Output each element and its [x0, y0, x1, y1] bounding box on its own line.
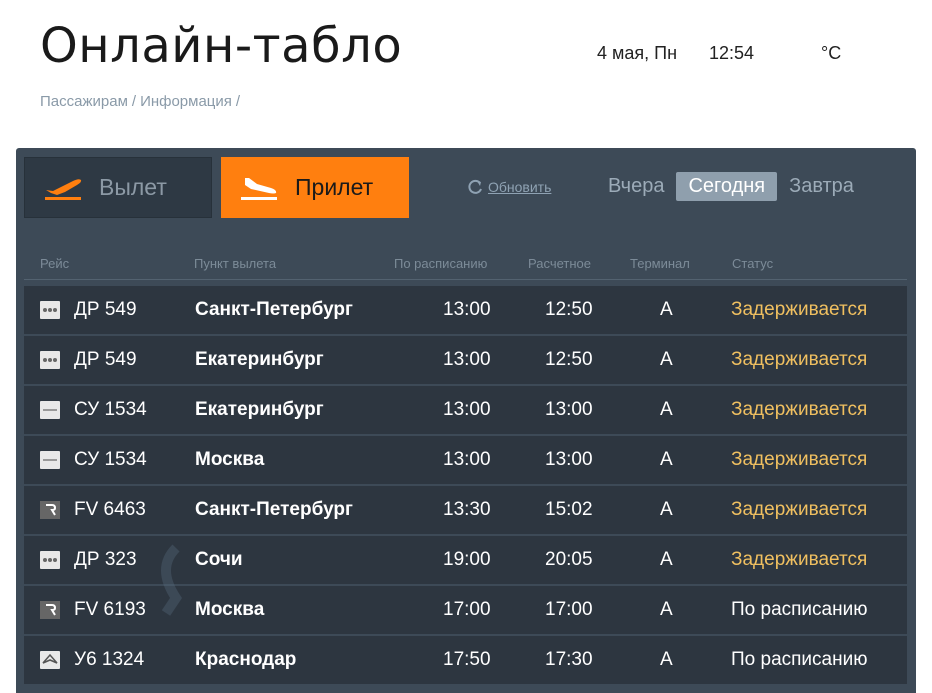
line-airline-logo-icon: [40, 401, 60, 419]
flight-status: По расписанию: [731, 649, 868, 670]
column-header-origin: Пункт вылета: [194, 256, 277, 271]
dots-airline-logo-icon: [40, 301, 60, 319]
terminal: A: [660, 499, 673, 520]
r-airline-logo-icon: [40, 501, 60, 519]
refresh-label: Обновить: [488, 179, 552, 195]
scheduled-time: 13:00: [443, 349, 491, 370]
column-header-flight: Рейс: [40, 256, 70, 271]
arrival-tab[interactable]: Прилет: [221, 157, 409, 218]
refresh-icon: [468, 179, 482, 194]
dots-airline-logo-icon: [40, 351, 60, 369]
flight-row[interactable]: ДР 549 Екатеринбург 13:00 12:50 A Задерживает…: [24, 336, 907, 384]
terminal: A: [660, 449, 673, 470]
origin-city: Екатеринбург: [195, 349, 324, 370]
flight-status: По расписанию: [731, 599, 868, 620]
flight-status: Задерживается: [731, 349, 868, 370]
flight-number: У6 1324: [74, 649, 145, 670]
scheduled-time: 17:50: [443, 649, 491, 670]
flight-number: ДР 549: [74, 299, 137, 320]
header-divider: [24, 279, 907, 280]
terminal: A: [660, 349, 673, 370]
header-info: 4 мая, Пн 12:54 °C: [597, 43, 861, 64]
flight-row[interactable]: ДР 323 Сочи 19:00 20:05 A Задерживается: [24, 536, 907, 584]
flight-number: ДР 323: [74, 549, 137, 570]
flight-row[interactable]: FV 6463 Санкт-Петербург 13:30 15:02 A Задержи…: [24, 486, 907, 534]
estimated-time: 12:50: [545, 349, 593, 370]
line-airline-logo-icon: [40, 451, 60, 469]
takeoff-icon: [45, 178, 82, 200]
estimated-time: 17:00: [545, 599, 593, 620]
refresh-button[interactable]: Обновить: [466, 178, 551, 196]
dots-airline-logo-icon: [40, 551, 60, 569]
column-header-scheduled: По расписанию: [394, 256, 488, 271]
estimated-time: 20:05: [545, 549, 593, 570]
flight-row[interactable]: У6 1324 Краснодар 17:50 17:30 A По расписанию: [24, 636, 907, 684]
day-tabs: Вчера Сегодня Завтра: [596, 172, 866, 201]
temperature: °C: [821, 43, 842, 63]
flight-status: Задерживается: [731, 449, 868, 470]
scheduled-time: 13:00: [443, 399, 491, 420]
current-date: 4 мая, Пн: [597, 43, 678, 63]
flight-status: Задерживается: [731, 499, 868, 520]
terminal: A: [660, 299, 673, 320]
breadcrumb-separator: /: [235, 93, 241, 110]
terminal: A: [660, 649, 673, 670]
estimated-time: 17:30: [545, 649, 593, 670]
flight-status: Задерживается: [731, 299, 868, 320]
current-time: 12:54: [709, 43, 755, 63]
flight-number: ДР 549: [74, 349, 137, 370]
flight-row[interactable]: FV 6193 Москва 17:00 17:00 A По расписанию: [24, 586, 907, 634]
flight-number: FV 6463: [74, 499, 146, 520]
origin-city: Сочи: [195, 549, 243, 570]
origin-city: Екатеринбург: [195, 399, 324, 420]
terminal: A: [660, 599, 673, 620]
origin-city: Краснодар: [195, 649, 297, 670]
flight-number: СУ 1534: [74, 399, 147, 420]
scheduled-time: 13:00: [443, 449, 491, 470]
arrival-tab-label: Прилет: [295, 174, 374, 200]
flight-row[interactable]: СУ 1534 Москва 13:00 13:00 A Задерживается: [24, 436, 907, 484]
flight-number: СУ 1534: [74, 449, 147, 470]
estimated-time: 12:50: [545, 299, 593, 320]
breadcrumb-separator: /: [131, 93, 137, 110]
origin-city: Москва: [195, 599, 265, 620]
estimated-time: 15:02: [545, 499, 593, 520]
origin-city: Санкт-Петербург: [195, 299, 353, 320]
flight-status: Задерживается: [731, 549, 868, 570]
scheduled-time: 13:30: [443, 499, 491, 520]
flight-board: Вылет Прилет Обновить Вчера Сегодня Завт…: [16, 148, 916, 693]
breadcrumb-passengers[interactable]: Пассажирам: [40, 93, 128, 110]
scheduled-time: 19:00: [443, 549, 491, 570]
estimated-time: 13:00: [545, 449, 593, 470]
estimated-time: 13:00: [545, 399, 593, 420]
flight-status: Задерживается: [731, 399, 868, 420]
departure-tab[interactable]: Вылет: [24, 157, 212, 218]
scheduled-time: 13:00: [443, 299, 491, 320]
page-title: Онлайн-табло: [40, 18, 403, 74]
breadcrumb: Пассажирам / Информация /: [40, 93, 244, 110]
origin-city: Москва: [195, 449, 265, 470]
column-header-status: Статус: [732, 256, 774, 271]
r-airline-logo-icon: [40, 601, 60, 619]
scheduled-time: 17:00: [443, 599, 491, 620]
column-header-terminal: Терминал: [630, 256, 690, 271]
flight-number: FV 6193: [74, 599, 146, 620]
terminal: A: [660, 549, 673, 570]
tab-today[interactable]: Сегодня: [676, 172, 778, 201]
flights-list: ДР 549 Санкт-Петербург 13:00 12:50 A Задержив…: [24, 286, 907, 686]
flight-row[interactable]: СУ 1534 Екатеринбург 13:00 13:00 A Задерживае…: [24, 386, 907, 434]
origin-city: Санкт-Петербург: [195, 499, 353, 520]
column-header-estimated: Расчетное: [528, 256, 591, 271]
landing-icon: [241, 177, 277, 200]
tab-tomorrow[interactable]: Завтра: [777, 172, 866, 201]
tab-yesterday[interactable]: Вчера: [596, 172, 676, 201]
departure-tab-label: Вылет: [99, 174, 167, 200]
u6-airline-logo-icon: [40, 651, 60, 669]
flight-row[interactable]: ДР 549 Санкт-Петербург 13:00 12:50 A Задержив…: [24, 286, 907, 334]
terminal: A: [660, 399, 673, 420]
breadcrumb-information[interactable]: Информация: [140, 93, 232, 110]
